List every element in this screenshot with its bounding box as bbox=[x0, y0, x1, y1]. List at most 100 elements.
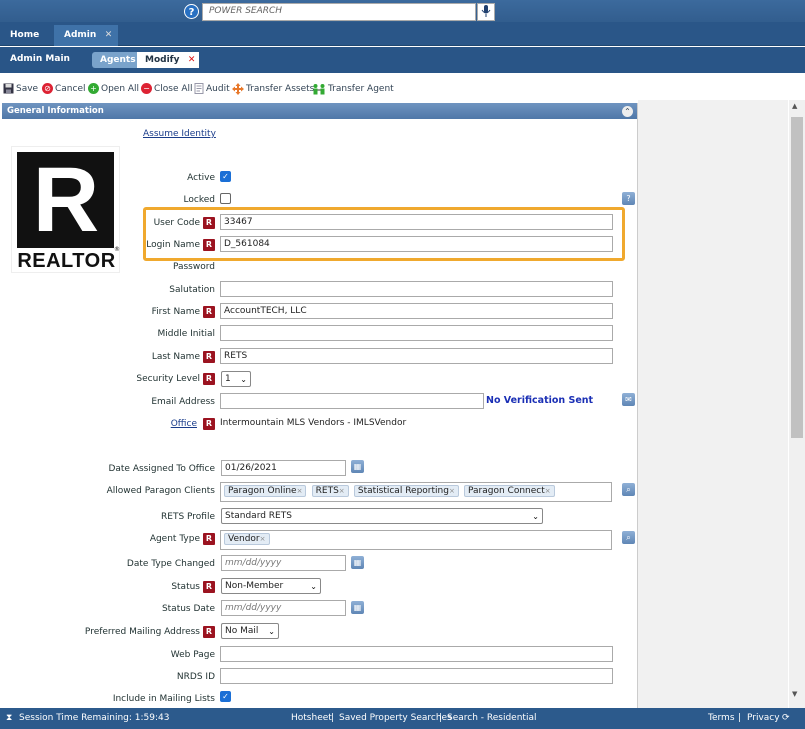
search-residential-link[interactable]: Search - Residential bbox=[447, 713, 536, 723]
middle-initial-input[interactable] bbox=[220, 325, 613, 341]
agent-type-tag[interactable]: Vendor× bbox=[224, 533, 270, 545]
allowed-clients-label: Allowed Paragon Clients bbox=[106, 486, 215, 496]
help-icon[interactable]: ? bbox=[622, 192, 635, 205]
date-type-changed-input[interactable]: mm/dd/yyyy bbox=[221, 555, 346, 571]
office-link[interactable]: Office bbox=[0, 419, 197, 429]
chevron-down-icon: ⌄ bbox=[268, 626, 275, 636]
active-checkbox[interactable]: ✓ bbox=[220, 171, 231, 182]
chevron-up-icon[interactable]: ⌃ bbox=[622, 106, 633, 117]
include-mailing-checkbox[interactable]: ✓ bbox=[220, 691, 231, 702]
separator: | bbox=[331, 713, 335, 723]
nrds-id-label: NRDS ID bbox=[176, 672, 215, 682]
allowed-clients-tags[interactable]: Paragon Online× RETS× Statistical Report… bbox=[220, 482, 612, 502]
rets-profile-select[interactable]: Standard RETS ⌄ bbox=[221, 508, 543, 524]
locked-label: Locked bbox=[183, 195, 215, 205]
client-tag[interactable]: Paragon Online× bbox=[224, 485, 307, 497]
required-icon: R bbox=[203, 351, 215, 363]
required-icon: R bbox=[203, 373, 215, 385]
audit-button[interactable]: Audit bbox=[194, 83, 230, 94]
client-tag[interactable]: Paragon Connect× bbox=[464, 485, 555, 497]
last-name-input[interactable]: RETS bbox=[220, 348, 613, 364]
status-date-input[interactable]: mm/dd/yyyy bbox=[221, 600, 346, 616]
first-name-input[interactable]: AccountTECH, LLC bbox=[220, 303, 613, 319]
transfer-agent-icon bbox=[313, 84, 325, 95]
hotsheet-link[interactable]: Hotsheet bbox=[291, 713, 332, 723]
separator: | bbox=[738, 713, 742, 723]
required-icon: R bbox=[203, 418, 215, 430]
tab-admin[interactable]: Admin ✕ bbox=[54, 25, 119, 46]
remove-tag-icon[interactable]: × bbox=[260, 535, 266, 543]
middle-initial-label: Middle Initial bbox=[157, 329, 216, 339]
audit-icon bbox=[194, 83, 204, 94]
remove-tag-icon[interactable]: × bbox=[297, 487, 303, 495]
separator: | bbox=[439, 713, 443, 723]
status-select[interactable]: Non-Member ⌄ bbox=[221, 578, 321, 594]
scrollbar-thumb[interactable] bbox=[791, 117, 803, 438]
cancel-button[interactable]: ⊘ Cancel bbox=[42, 83, 86, 94]
date-assigned-input[interactable]: 01/26/2021 bbox=[221, 460, 346, 476]
save-button[interactable]: Save bbox=[3, 83, 38, 94]
subtab-modify[interactable]: Modify ✕ bbox=[137, 52, 200, 68]
microphone-icon[interactable] bbox=[477, 3, 495, 21]
subnav-title: Admin Main bbox=[10, 54, 70, 64]
calendar-icon[interactable]: ▦ bbox=[351, 460, 364, 473]
tab-home[interactable]: Home bbox=[0, 25, 49, 46]
client-tag[interactable]: RETS× bbox=[311, 485, 349, 497]
close-all-icon: − bbox=[141, 83, 152, 94]
assume-identity-link[interactable]: Assume Identity bbox=[143, 129, 216, 139]
locked-checkbox[interactable] bbox=[220, 193, 231, 204]
chevron-down-icon: ⌄ bbox=[240, 374, 247, 384]
scroll-up-icon[interactable]: ▲ bbox=[792, 102, 797, 110]
terms-link[interactable]: Terms bbox=[708, 713, 735, 723]
email-input[interactable] bbox=[220, 393, 484, 409]
preferred-mailing-select[interactable]: No Mail ⌄ bbox=[221, 623, 279, 639]
salutation-input[interactable] bbox=[220, 281, 613, 297]
email-label: Email Address bbox=[151, 397, 215, 407]
hourglass-icon: ⧗ bbox=[6, 713, 13, 723]
first-name-label: First Name bbox=[151, 307, 200, 317]
calendar-icon[interactable]: ▦ bbox=[351, 601, 364, 614]
status-label: Status bbox=[171, 582, 200, 592]
active-label: Active bbox=[187, 173, 215, 183]
close-all-button[interactable]: − Close All bbox=[141, 83, 193, 94]
web-page-input[interactable] bbox=[220, 646, 613, 662]
date-assigned-label: Date Assigned To Office bbox=[108, 464, 215, 474]
session-timer: Session Time Remaining: 1:59:43 bbox=[19, 713, 170, 723]
nrds-id-input[interactable] bbox=[220, 668, 613, 684]
email-icon[interactable]: ✉ bbox=[622, 393, 635, 406]
search-icon[interactable]: ⌕ bbox=[622, 483, 635, 496]
power-search-input[interactable]: POWER SEARCH bbox=[202, 3, 476, 21]
chevron-down-icon: ⌄ bbox=[532, 511, 539, 521]
move-arrows-icon bbox=[232, 83, 244, 95]
subtab-agents[interactable]: Agents bbox=[92, 52, 144, 68]
status-date-label: Status Date bbox=[161, 604, 215, 614]
close-icon[interactable]: ✕ bbox=[188, 52, 196, 68]
close-icon[interactable]: ✕ bbox=[105, 25, 113, 46]
scroll-down-icon[interactable]: ▼ bbox=[792, 690, 797, 698]
remove-tag-icon[interactable]: × bbox=[449, 487, 455, 495]
remove-tag-icon[interactable]: × bbox=[339, 487, 345, 495]
realtor-logo: R REALTOR ® bbox=[11, 146, 120, 273]
cancel-icon: ⊘ bbox=[42, 83, 53, 94]
remove-tag-icon[interactable]: × bbox=[545, 487, 551, 495]
search-icon[interactable]: ⌕ bbox=[622, 531, 635, 544]
subtab-modify-label: Modify bbox=[145, 55, 180, 65]
transfer-assets-button[interactable]: Transfer Assets bbox=[232, 83, 314, 95]
privacy-link[interactable]: Privacy bbox=[747, 713, 780, 723]
client-tag[interactable]: Statistical Reporting× bbox=[353, 485, 459, 497]
section-header[interactable]: General Information bbox=[2, 103, 637, 119]
open-all-button[interactable]: + Open All bbox=[88, 83, 139, 94]
office-value: Intermountain MLS Vendors - IMLSVendor bbox=[220, 418, 407, 428]
security-level-label: Security Level bbox=[136, 374, 200, 384]
preferred-mailing-label: Preferred Mailing Address bbox=[84, 627, 200, 637]
calendar-icon[interactable]: ▦ bbox=[351, 556, 364, 569]
agent-type-tags[interactable]: Vendor× bbox=[220, 530, 612, 550]
saved-searches-link[interactable]: Saved Property Searches bbox=[339, 713, 452, 723]
required-icon: R bbox=[203, 581, 215, 593]
transfer-agent-button[interactable]: Transfer Agent bbox=[312, 83, 394, 95]
chevron-down-icon: ⌄ bbox=[310, 581, 317, 591]
save-icon bbox=[3, 83, 14, 94]
search-help-icon[interactable]: ? bbox=[184, 4, 199, 19]
refresh-icon[interactable]: ⟳ bbox=[782, 713, 790, 723]
security-level-select[interactable]: 1 ⌄ bbox=[221, 371, 251, 387]
